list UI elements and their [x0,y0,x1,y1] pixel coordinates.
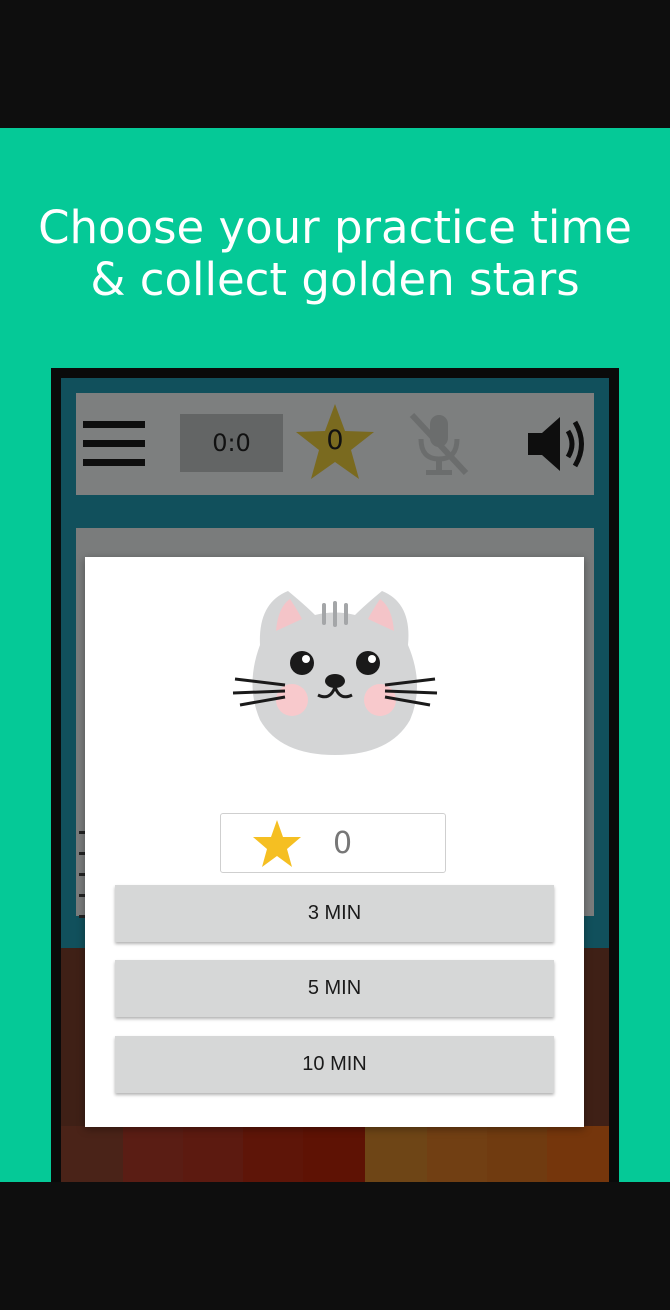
app-toolbar: 0:0 0 [76,393,594,495]
five-min-button[interactable]: 5 MIN [115,960,554,1017]
star-icon [253,820,301,867]
star-score-value: 0 [333,826,353,861]
promo-headline: Choose your practice time & collect gold… [0,202,670,306]
promo-line-2: & collect golden stars [90,253,580,306]
ten-min-button[interactable]: 10 MIN [115,1036,554,1093]
star-counter: 0 [294,401,376,483]
star-score-box: 0 [220,813,446,873]
speaker-icon[interactable] [524,411,590,477]
promo-line-1: Choose your practice time [38,201,632,254]
status-bar-top [0,0,670,128]
mic-off-icon[interactable] [406,409,472,479]
practice-time-dialog: 0 3 MIN 5 MIN 10 MIN [85,557,584,1127]
timer-display: 0:0 [180,414,283,472]
three-min-button[interactable]: 3 MIN [115,885,554,942]
star-count-label: 0 [326,425,344,456]
nav-bar-bottom [0,1182,670,1310]
menu-icon[interactable] [83,421,145,467]
cat-face-icon [232,591,438,755]
